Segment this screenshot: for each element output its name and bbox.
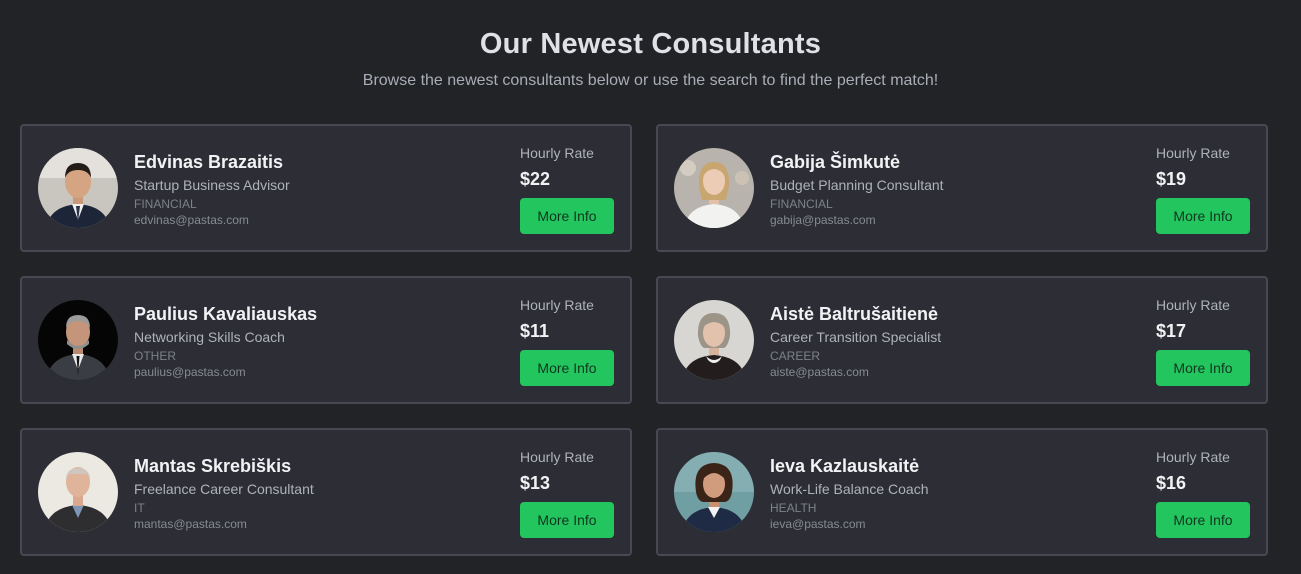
consultant-card: Edvinas Brazaitis Startup Business Advis… [20,124,632,252]
consultant-email: ieva@pastas.com [770,517,866,531]
hourly-rate-label: Hourly Rate [1156,145,1230,161]
hourly-rate-label: Hourly Rate [520,297,594,313]
consultant-info: Ieva Kazlauskaitė Work-Life Balance Coac… [770,454,1130,532]
consultant-card: Ieva Kazlauskaitė Work-Life Balance Coac… [656,428,1268,556]
consultant-role: Networking Skills Coach [134,329,285,345]
consultant-category: FINANCIAL [770,197,833,211]
more-info-button[interactable]: More Info [1156,350,1250,386]
consultant-role: Startup Business Advisor [134,177,290,193]
consultants-grid: Edvinas Brazaitis Startup Business Advis… [20,124,1268,556]
consultant-category: CAREER [770,349,821,363]
consultant-name: Edvinas Brazaitis [134,152,284,172]
hourly-rate-label: Hourly Rate [1156,297,1230,313]
hourly-rate-value: $17 [1156,321,1187,341]
more-info-button[interactable]: More Info [1156,502,1250,538]
consultant-category: FINANCIAL [134,197,197,211]
hourly-rate-value: $22 [520,169,551,189]
consultant-name: Paulius Kavaliauskas [134,304,318,324]
hourly-rate-label: Hourly Rate [1156,449,1230,465]
avatar [674,300,754,380]
consultant-email: gabija@pastas.com [770,213,876,227]
more-info-button[interactable]: More Info [520,502,614,538]
consultant-category: HEALTH [770,501,817,515]
hourly-rate-label: Hourly Rate [520,145,594,161]
hourly-rate-value: $19 [1156,169,1187,189]
consultant-email: edvinas@pastas.com [134,213,249,227]
avatar [38,148,118,228]
avatar [38,452,118,532]
consultant-name: Mantas Skrebiškis [134,456,292,476]
avatar [38,300,118,380]
consultant-role: Work-Life Balance Coach [770,481,929,497]
page-header: Our Newest Consultants Browse the newest… [0,0,1301,92]
consultant-name: Gabija Šimkutė [770,152,901,172]
page-subtitle: Browse the newest consultants below or u… [362,72,939,89]
consultant-category: OTHER [134,349,176,363]
consultant-name: Aistė Baltrušaitienė [770,304,939,324]
consultant-email: aiste@pastas.com [770,365,869,379]
consultant-email: paulius@pastas.com [134,365,246,379]
consultant-info: Mantas Skrebiškis Freelance Career Consu… [134,454,494,532]
consultant-info: Paulius Kavaliauskas Networking Skills C… [134,302,494,380]
consultant-info: Edvinas Brazaitis Startup Business Advis… [134,150,494,228]
hourly-rate-label: Hourly Rate [520,449,594,465]
consultant-info: Gabija Šimkutė Budget Planning Consultan… [770,150,1130,228]
consultant-info: Aistė Baltrušaitienė Career Transition S… [770,302,1130,380]
consultant-card: Gabija Šimkutė Budget Planning Consultan… [656,124,1268,252]
more-info-button[interactable]: More Info [1156,198,1250,234]
consultant-card: Mantas Skrebiškis Freelance Career Consu… [20,428,632,556]
consultant-email: mantas@pastas.com [134,517,247,531]
consultant-card: Aistė Baltrušaitienė Career Transition S… [656,276,1268,404]
consultant-role: Career Transition Specialist [770,329,942,345]
more-info-button[interactable]: More Info [520,198,614,234]
hourly-rate-value: $11 [520,321,550,341]
page-title: Our Newest Consultants [479,28,822,60]
consultant-card: Paulius Kavaliauskas Networking Skills C… [20,276,632,404]
consultant-role: Budget Planning Consultant [770,177,944,193]
avatar [674,148,754,228]
hourly-rate-value: $16 [1156,473,1187,493]
more-info-button[interactable]: More Info [520,350,614,386]
consultant-category: IT [134,501,145,515]
consultant-role: Freelance Career Consultant [134,481,314,497]
avatar [674,452,754,532]
hourly-rate-value: $13 [520,473,551,493]
consultant-name: Ieva Kazlauskaitė [770,456,920,476]
